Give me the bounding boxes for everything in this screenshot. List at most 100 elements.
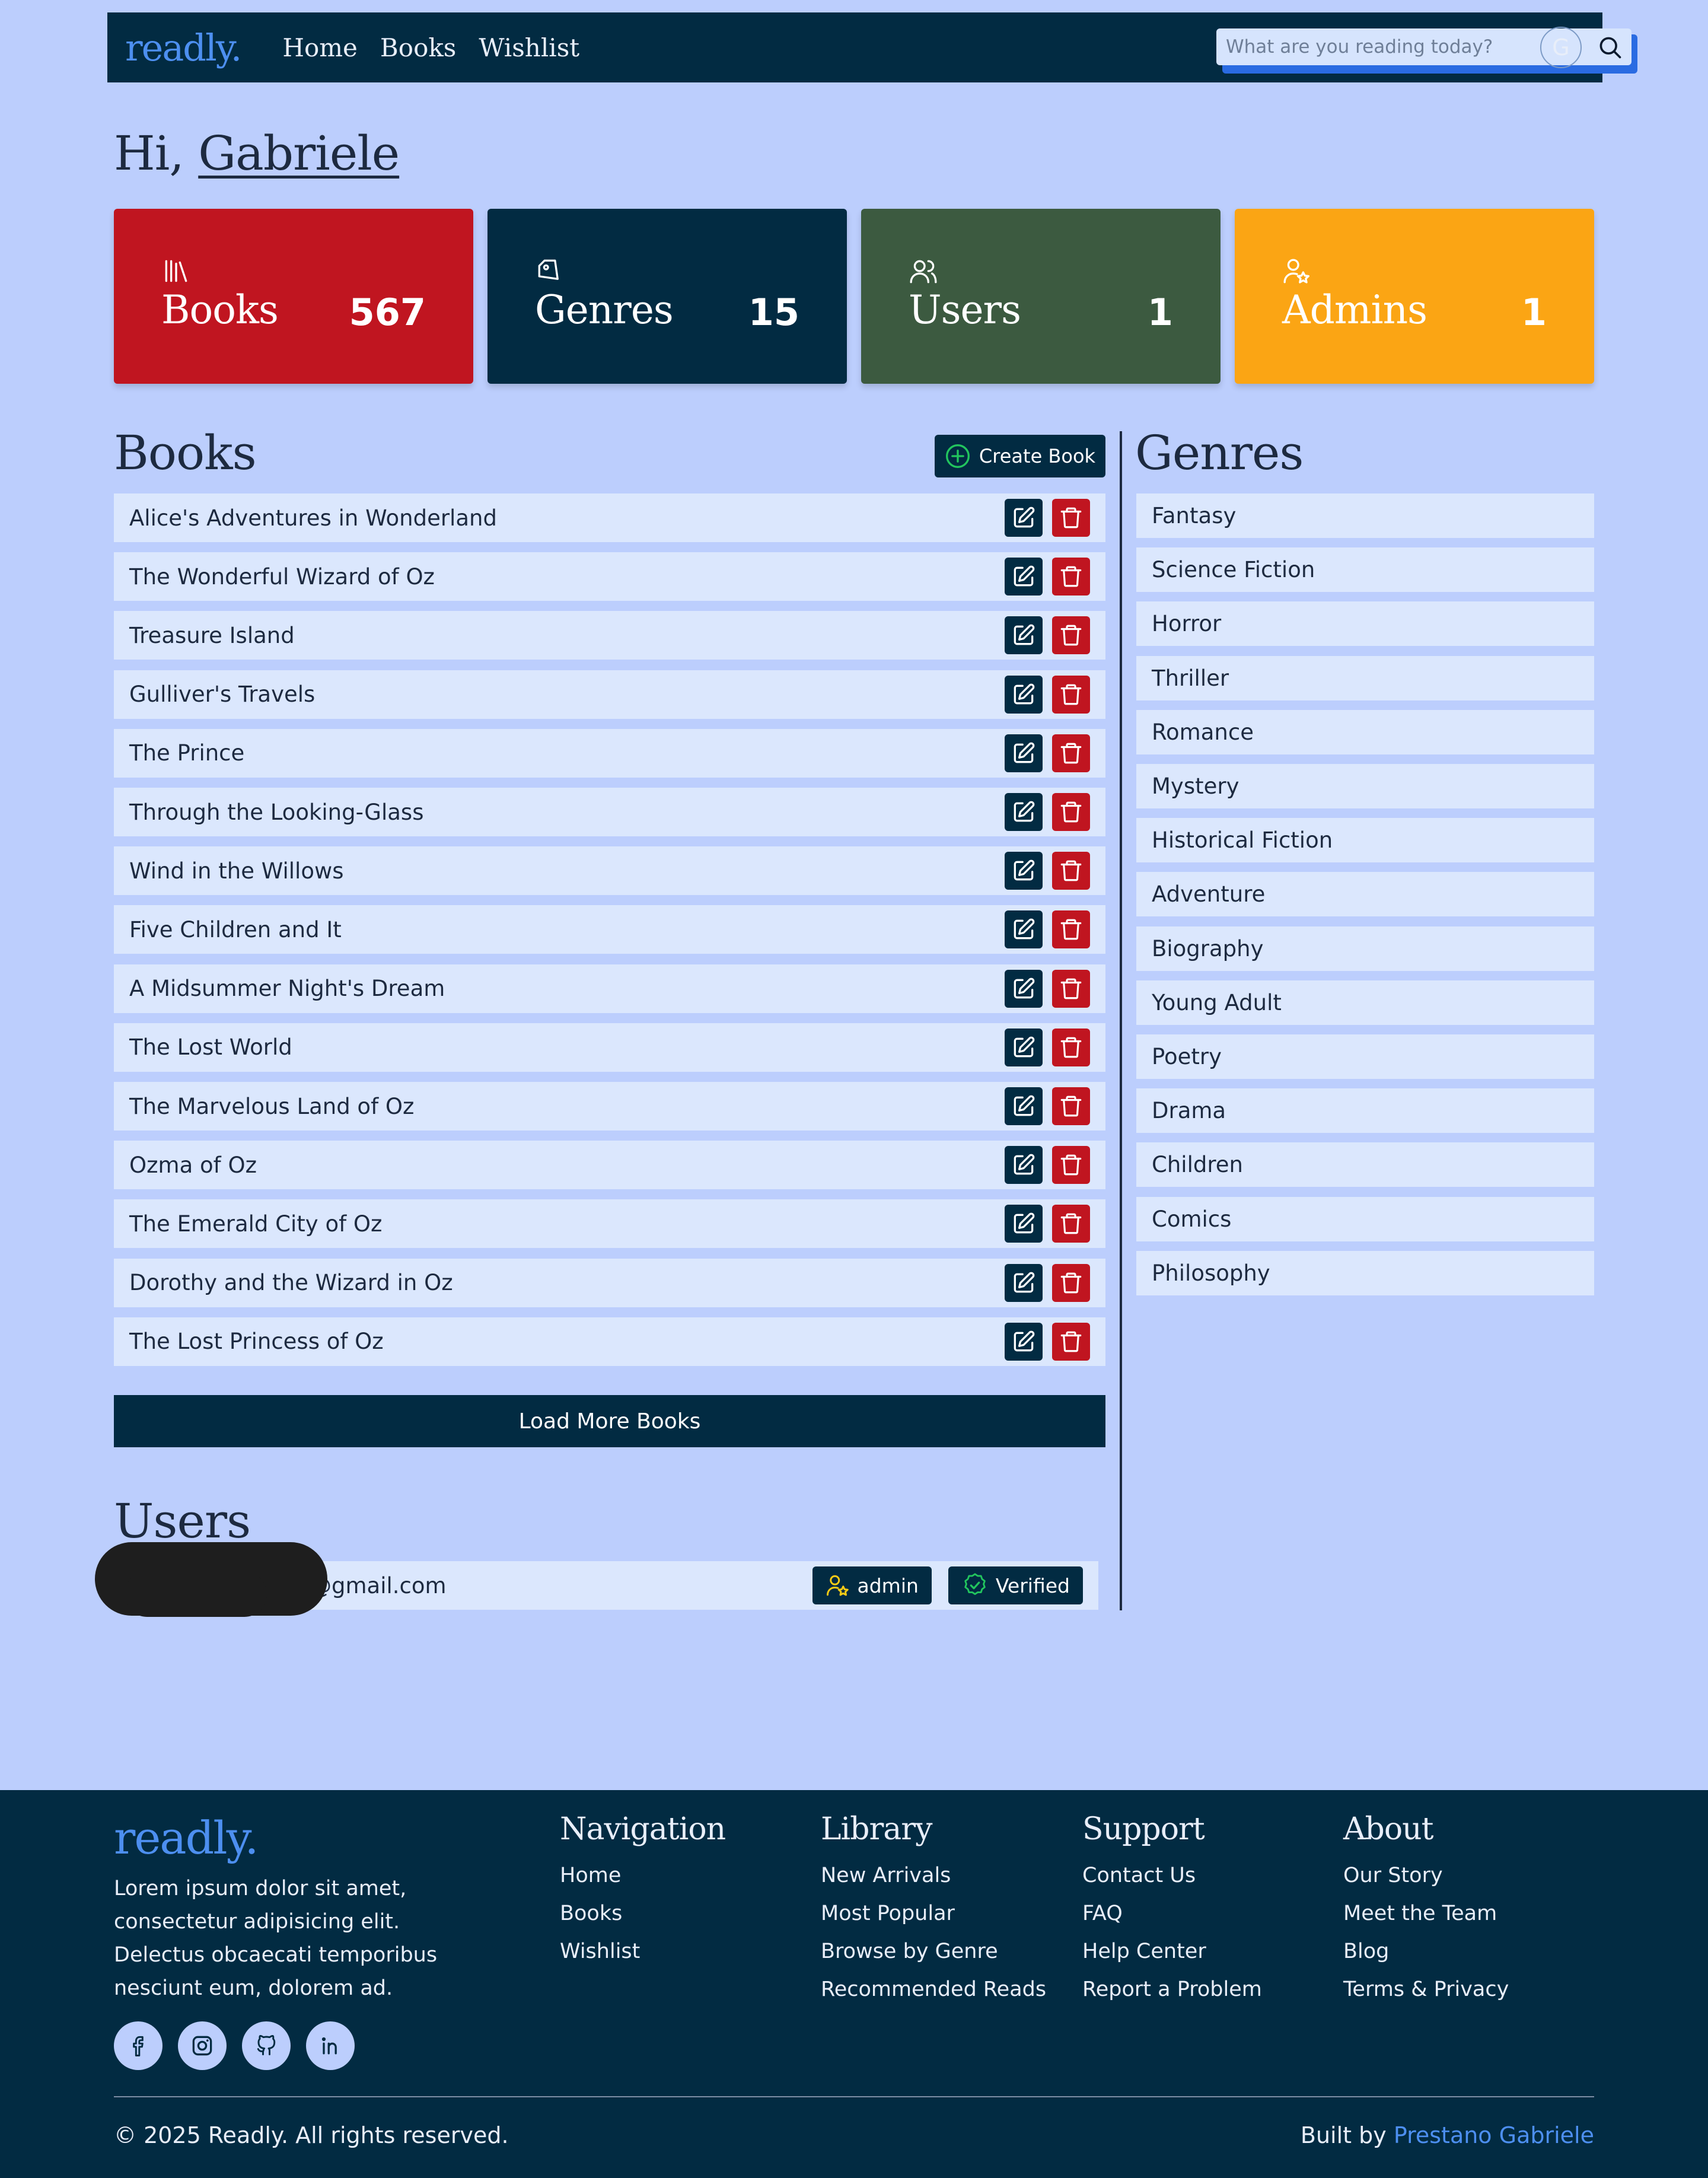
edit-button[interactable] <box>1005 969 1043 1008</box>
edit-button[interactable] <box>1005 675 1043 714</box>
stat-card-users[interactable]: Users 1 <box>861 209 1221 384</box>
edit-button[interactable] <box>1005 1263 1043 1302</box>
delete-button[interactable] <box>1052 1028 1090 1066</box>
author-link[interactable]: Prestano Gabriele <box>1394 2122 1594 2148</box>
footer-link[interactable]: Browse by Genre <box>821 1932 1046 1970</box>
brand-logo[interactable]: readly. <box>125 26 242 69</box>
edit-button[interactable] <box>1005 499 1043 537</box>
footer-link[interactable]: FAQ <box>1082 1894 1262 1932</box>
instagram-icon[interactable] <box>178 2021 227 2070</box>
footer-link[interactable]: New Arrivals <box>821 1857 1046 1894</box>
book-row: Gulliver's Travels <box>114 670 1105 719</box>
edit-button[interactable] <box>1005 852 1043 890</box>
edit-button[interactable] <box>1005 616 1043 655</box>
edit-button[interactable] <box>1005 1028 1043 1066</box>
book-title[interactable]: Wind in the Willows <box>129 858 1005 884</box>
greeting-name[interactable]: Gabriele <box>198 126 400 181</box>
book-title[interactable]: The Wonderful Wizard of Oz <box>129 564 1005 590</box>
book-title[interactable]: Ozma of Oz <box>129 1152 1005 1178</box>
delete-button[interactable] <box>1052 734 1090 772</box>
footer-link[interactable]: Blog <box>1343 1932 1509 1970</box>
avatar[interactable]: G <box>1540 27 1582 68</box>
footer-brand-logo[interactable]: readly. <box>114 1811 259 1864</box>
search-icon[interactable] <box>1597 34 1623 60</box>
footer-link[interactable]: Home <box>560 1857 725 1894</box>
edit-icon <box>1011 916 1037 942</box>
nav-link-wishlist[interactable]: Wishlist <box>479 33 579 62</box>
edit-button[interactable] <box>1005 1205 1043 1243</box>
genre-item[interactable]: Young Adult <box>1136 980 1594 1025</box>
book-title[interactable]: Gulliver's Travels <box>129 682 1005 707</box>
stat-card-genres[interactable]: Genres 15 <box>487 209 847 384</box>
genre-item[interactable]: Horror <box>1136 601 1594 647</box>
edit-button[interactable] <box>1005 793 1043 831</box>
delete-button[interactable] <box>1052 1263 1090 1302</box>
linkedin-icon[interactable] <box>306 2021 355 2070</box>
genre-item[interactable]: Philosophy <box>1136 1250 1594 1295</box>
book-title[interactable]: The Marvelous Land of Oz <box>129 1094 1005 1119</box>
book-title[interactable]: A Midsummer Night's Dream <box>129 976 1005 1001</box>
book-title[interactable]: Treasure Island <box>129 623 1005 648</box>
edit-button[interactable] <box>1005 558 1043 596</box>
delete-button[interactable] <box>1052 1087 1090 1125</box>
github-icon[interactable] <box>242 2021 291 2070</box>
built-by-prefix: Built by <box>1300 2122 1387 2148</box>
book-title[interactable]: The Lost World <box>129 1034 1005 1060</box>
book-title[interactable]: Through the Looking-Glass <box>129 800 1005 825</box>
delete-button[interactable] <box>1052 852 1090 890</box>
delete-button[interactable] <box>1052 793 1090 831</box>
delete-button[interactable] <box>1052 558 1090 596</box>
delete-button[interactable] <box>1052 969 1090 1008</box>
genre-item[interactable]: Mystery <box>1136 764 1594 808</box>
book-title[interactable]: Five Children and It <box>129 917 1005 942</box>
delete-button[interactable] <box>1052 616 1090 655</box>
nav-link-home[interactable]: Home <box>282 33 358 62</box>
edit-button[interactable] <box>1005 1087 1043 1125</box>
book-title[interactable]: The Lost Princess of Oz <box>129 1329 1005 1354</box>
genre-item[interactable]: Poetry <box>1136 1034 1594 1079</box>
edit-icon <box>1011 1329 1037 1355</box>
facebook-icon[interactable] <box>114 2021 162 2070</box>
genre-item[interactable]: Adventure <box>1136 872 1594 917</box>
genre-item[interactable]: Biography <box>1136 926 1594 971</box>
footer-link[interactable]: Terms & Privacy <box>1343 1970 1509 2008</box>
book-title[interactable]: Alice's Adventures in Wonderland <box>129 505 1005 531</box>
delete-button[interactable] <box>1052 1146 1090 1184</box>
create-book-button[interactable]: Create Book <box>935 435 1105 477</box>
stat-card-admins[interactable]: Admins 1 <box>1235 209 1594 384</box>
footer-link[interactable]: Report a Problem <box>1082 1970 1262 2008</box>
footer-link[interactable]: Wishlist <box>560 1932 725 1970</box>
book-title[interactable]: Dorothy and the Wizard in Oz <box>129 1270 1005 1295</box>
edit-button[interactable] <box>1005 1146 1043 1184</box>
search-input[interactable] <box>1216 36 1572 58</box>
delete-button[interactable] <box>1052 499 1090 537</box>
genre-item[interactable]: Thriller <box>1136 655 1594 700</box>
delete-button[interactable] <box>1052 1205 1090 1243</box>
edit-button[interactable] <box>1005 910 1043 949</box>
footer-link[interactable]: Books <box>560 1894 725 1932</box>
book-title[interactable]: The Emerald City of Oz <box>129 1211 1005 1237</box>
footer-link[interactable]: Recommended Reads <box>821 1970 1046 2008</box>
genre-item[interactable]: Romance <box>1136 709 1594 754</box>
genre-item[interactable]: Science Fiction <box>1136 547 1594 593</box>
edit-button[interactable] <box>1005 734 1043 772</box>
delete-button[interactable] <box>1052 675 1090 714</box>
footer-link[interactable]: Most Popular <box>821 1894 1046 1932</box>
footer-link[interactable]: Our Story <box>1343 1857 1509 1894</box>
stat-card-books[interactable]: Books 567 <box>114 209 473 384</box>
genre-item[interactable]: Drama <box>1136 1088 1594 1133</box>
edit-button[interactable] <box>1005 1322 1043 1361</box>
footer-link[interactable]: Contact Us <box>1082 1857 1262 1894</box>
delete-button[interactable] <box>1052 1322 1090 1361</box>
genre-item[interactable]: Historical Fiction <box>1136 818 1594 863</box>
verified-badge: Verified <box>948 1566 1083 1604</box>
genre-item[interactable]: Comics <box>1136 1196 1594 1241</box>
book-title[interactable]: The Prince <box>129 740 1005 766</box>
genre-item[interactable]: Fantasy <box>1136 493 1594 538</box>
delete-button[interactable] <box>1052 910 1090 949</box>
footer-link[interactable]: Meet the Team <box>1343 1894 1509 1932</box>
load-more-books-button[interactable]: Load More Books <box>114 1395 1105 1447</box>
genre-item[interactable]: Children <box>1136 1142 1594 1187</box>
footer-link[interactable]: Help Center <box>1082 1932 1262 1970</box>
nav-link-books[interactable]: Books <box>380 33 456 62</box>
